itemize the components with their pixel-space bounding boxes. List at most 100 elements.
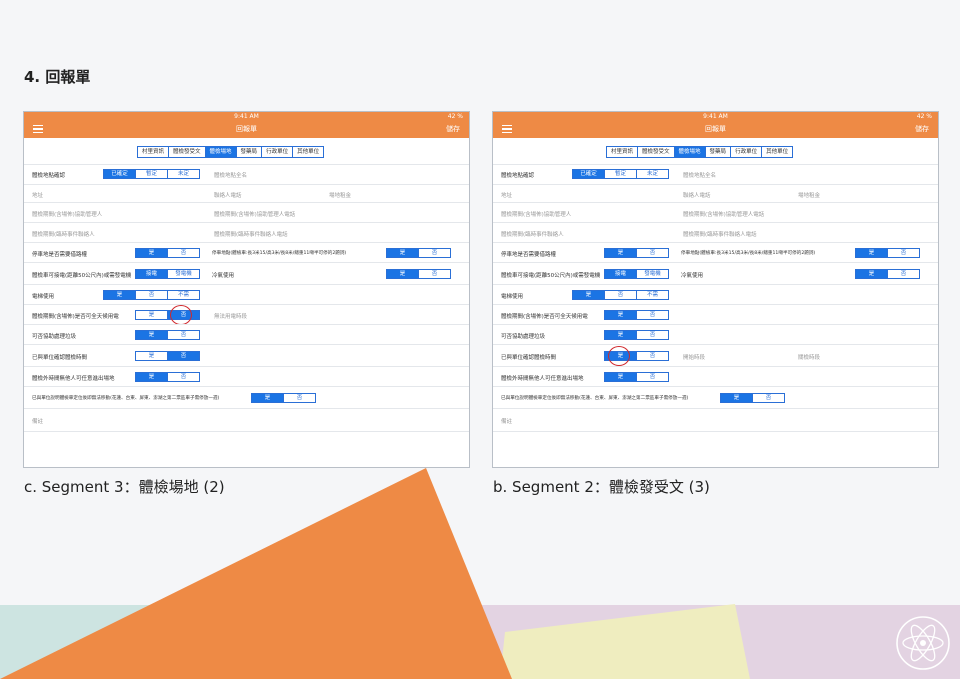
bus-yes[interactable]: 是 (386, 248, 419, 258)
place-name-field[interactable]: 體檢地點全名 (214, 171, 247, 179)
bus-label: 停車地點(體檢車:長3米15/高3米/長8米/總重11噸半可停的2題詞) (681, 251, 816, 256)
notes-field[interactable]: 備註 (32, 417, 43, 425)
tab-venue[interactable]: 體檢場地 (674, 146, 706, 158)
trash-segment: 是 否 (604, 330, 669, 340)
elevator-yes[interactable]: 是 (103, 290, 136, 300)
ac-yes[interactable]: 是 (855, 269, 888, 279)
status-bar: 9:41 AM 42 % (24, 112, 469, 121)
save-button[interactable]: 儲存 (915, 121, 929, 138)
elevator-no[interactable]: 否 (135, 290, 168, 300)
bus-no[interactable]: 否 (418, 248, 451, 258)
contact-phone-field[interactable]: 聯絡人電話 (683, 191, 711, 199)
confirm-option-confirmed[interactable]: 已確定 (572, 169, 605, 179)
parking-no[interactable]: 否 (167, 248, 200, 258)
emergency-phone-field[interactable]: 體檢期間(臨時事件聯絡人電話 (683, 230, 757, 238)
trash-no[interactable]: 否 (636, 330, 669, 340)
tab-other[interactable]: 其他單位 (762, 146, 794, 158)
highlight-ring (170, 305, 192, 325)
caption-left: c. Segment 3：體檢場地 (2) (24, 478, 225, 496)
row-notify: 已與單位說明體檢車定位後即無法移動(花蓮、台東、屏東、澎湖之第二票區車子需停放一… (24, 386, 469, 409)
start-time-field[interactable]: 開始時段 (683, 353, 705, 361)
trash-no[interactable]: 否 (167, 330, 200, 340)
notify-no[interactable]: 否 (752, 393, 785, 403)
outside-no[interactable]: 否 (167, 372, 200, 382)
place-name-field[interactable]: 體檢地點全名 (683, 171, 716, 179)
power-generator[interactable]: 發電機 (167, 269, 200, 279)
emergency-phone-field[interactable]: 體檢期間(臨時事件聯絡人電話 (214, 230, 288, 238)
record-segment: 是 否 (135, 351, 200, 361)
confirm-label: 體檢地點確認 (501, 173, 535, 179)
notify-yes[interactable]: 是 (720, 393, 753, 403)
lounge-label: 體檢期間(含場佈)是否可全天候用電 (501, 314, 588, 320)
manager-field[interactable]: 體檢期間(含場佈)協助管理人 (32, 210, 102, 218)
elevator-none[interactable]: 不需 (167, 290, 200, 300)
outside-yes[interactable]: 是 (604, 372, 637, 382)
elevator-yes[interactable]: 是 (572, 290, 605, 300)
status-time: 9:41 AM (234, 113, 259, 120)
outside-yes[interactable]: 是 (135, 372, 168, 382)
tab-village[interactable]: 村里資訊 (606, 146, 639, 158)
notify-yes[interactable]: 是 (251, 393, 284, 403)
rent-field[interactable]: 場地租金 (329, 191, 351, 199)
notify-no[interactable]: 否 (283, 393, 316, 403)
confirm-option-tentative[interactable]: 暫定 (604, 169, 637, 179)
tab-venue[interactable]: 體檢場地 (205, 146, 237, 158)
ac-no[interactable]: 否 (887, 269, 920, 279)
record-no[interactable]: 否 (167, 351, 200, 361)
manager-phone-field[interactable]: 體檢期間(含場佈)協助管理人電話 (683, 210, 764, 218)
save-button[interactable]: 儲存 (446, 121, 460, 138)
row-outside: 體檢外時間無他人可任意進出場地 是 否 (24, 366, 469, 387)
elevator-none[interactable]: 不需 (636, 290, 669, 300)
contact-phone-field[interactable]: 聯絡人電話 (214, 191, 242, 199)
notes-field[interactable]: 備註 (501, 417, 512, 425)
address-field[interactable]: 地址 (32, 191, 43, 199)
confirm-option-tentative[interactable]: 暫定 (135, 169, 168, 179)
no-power-field[interactable]: 無法用電時段 (214, 312, 247, 320)
record-label: 已與單位確認體檢時間 (501, 355, 557, 361)
confirm-option-confirmed[interactable]: 已確定 (103, 169, 136, 179)
parking-no[interactable]: 否 (636, 248, 669, 258)
record-label: 已與單位確認體檢時間 (32, 355, 88, 361)
row-emergency: 體檢期間(臨時事件聯絡人 體檢期間(臨時事件聯絡人電話 (493, 222, 938, 243)
lounge-no[interactable]: 否 (636, 310, 669, 320)
elevator-no[interactable]: 否 (604, 290, 637, 300)
manager-field[interactable]: 體檢期間(含場佈)協助管理人 (501, 210, 571, 218)
power-segment: 接電 發電機 (604, 269, 669, 279)
tab-documents[interactable]: 體檢發受文 (169, 146, 206, 158)
confirm-option-undecided[interactable]: 未定 (167, 169, 200, 179)
record-yes[interactable]: 是 (135, 351, 168, 361)
ac-yes[interactable]: 是 (386, 269, 419, 279)
bus-no[interactable]: 否 (887, 248, 920, 258)
tab-pharmacy[interactable]: 發藥局 (236, 146, 263, 158)
rent-field[interactable]: 場地租金 (798, 191, 820, 199)
tab-other[interactable]: 其他單位 (293, 146, 325, 158)
power-generator[interactable]: 發電機 (636, 269, 669, 279)
record-no[interactable]: 否 (636, 351, 669, 361)
address-field[interactable]: 地址 (501, 191, 512, 199)
manager-phone-field[interactable]: 體檢期間(含場佈)協助管理人電話 (214, 210, 295, 218)
power-grid[interactable]: 接電 (604, 269, 637, 279)
lounge-yes[interactable]: 是 (604, 310, 637, 320)
emergency-field[interactable]: 體檢期間(臨時事件聯絡人 (32, 230, 95, 238)
parking-yes[interactable]: 是 (604, 248, 637, 258)
battery-indicator: 42 % (447, 113, 463, 120)
power-grid[interactable]: 接電 (135, 269, 168, 279)
ac-no[interactable]: 否 (418, 269, 451, 279)
tab-documents[interactable]: 體檢發受文 (638, 146, 675, 158)
bus-yes[interactable]: 是 (855, 248, 888, 258)
trash-yes[interactable]: 是 (135, 330, 168, 340)
trash-yes[interactable]: 是 (604, 330, 637, 340)
device-right: 9:41 AM 42 % 回報單 儲存 村里資訊 體檢發受文 體檢場地 發藥局 … (492, 111, 939, 468)
tab-admin[interactable]: 行政單位 (262, 146, 294, 158)
tab-village[interactable]: 村里資訊 (137, 146, 170, 158)
confirm-option-undecided[interactable]: 未定 (636, 169, 669, 179)
end-time-field[interactable]: 關檢時段 (798, 353, 820, 361)
nav-title: 回報單 (705, 125, 726, 133)
lounge-yes[interactable]: 是 (135, 310, 168, 320)
parking-yes[interactable]: 是 (135, 248, 168, 258)
tab-pharmacy[interactable]: 發藥局 (705, 146, 732, 158)
emergency-field[interactable]: 體檢期間(臨時事件聯絡人 (501, 230, 564, 238)
outside-no[interactable]: 否 (636, 372, 669, 382)
tab-admin[interactable]: 行政單位 (731, 146, 763, 158)
lounge-segment: 是 否 (604, 310, 669, 320)
